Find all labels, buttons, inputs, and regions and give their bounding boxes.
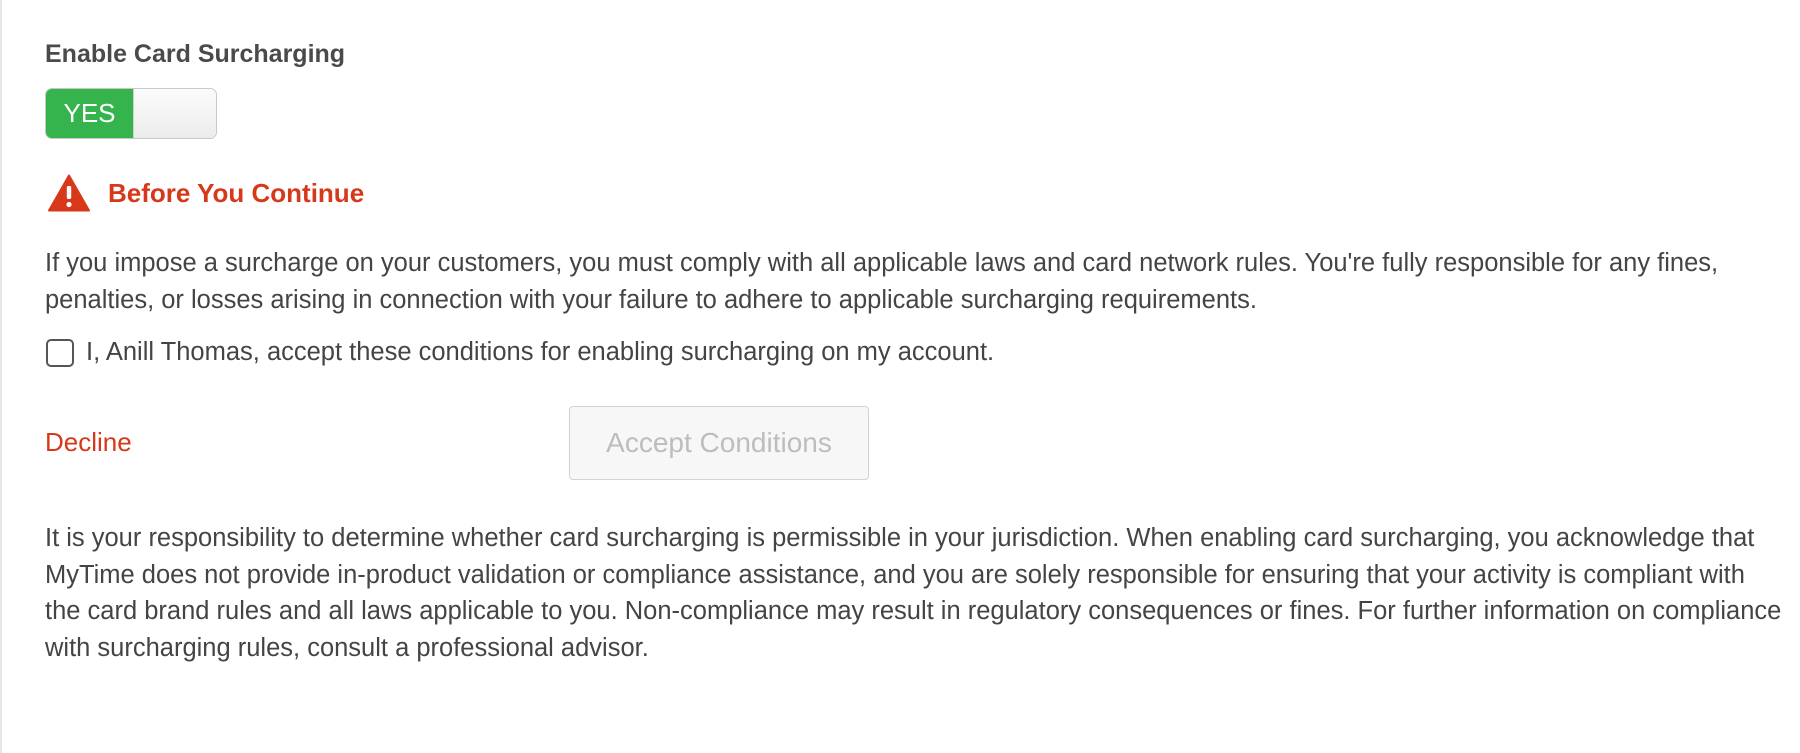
compliance-notice: If you impose a surcharge on your custom… <box>45 249 1719 314</box>
consent-row[interactable]: I, Anill Thomas, accept these conditions… <box>46 338 994 367</box>
accept-conditions-button[interactable]: Accept Conditions <box>569 406 869 480</box>
warning-title: Before You Continue <box>108 177 365 208</box>
toggle-on-label: YES <box>46 89 133 138</box>
enable-surcharging-toggle[interactable]: YES <box>45 88 217 139</box>
toggle-handle[interactable] <box>133 89 216 138</box>
warning-triangle-icon <box>48 174 90 212</box>
consent-checkbox[interactable] <box>46 338 74 367</box>
decline-link[interactable]: Decline <box>45 427 132 458</box>
surcharging-settings-panel: Enable Card Surcharging YES Before You C… <box>0 0 1798 753</box>
responsibility-disclaimer: It is your responsibility to determine w… <box>45 524 1782 662</box>
section-title: Enable Card Surcharging <box>45 40 346 68</box>
warning-header: Before You Continue <box>48 173 364 213</box>
consent-label: I, Anill Thomas, accept these conditions… <box>86 338 995 366</box>
